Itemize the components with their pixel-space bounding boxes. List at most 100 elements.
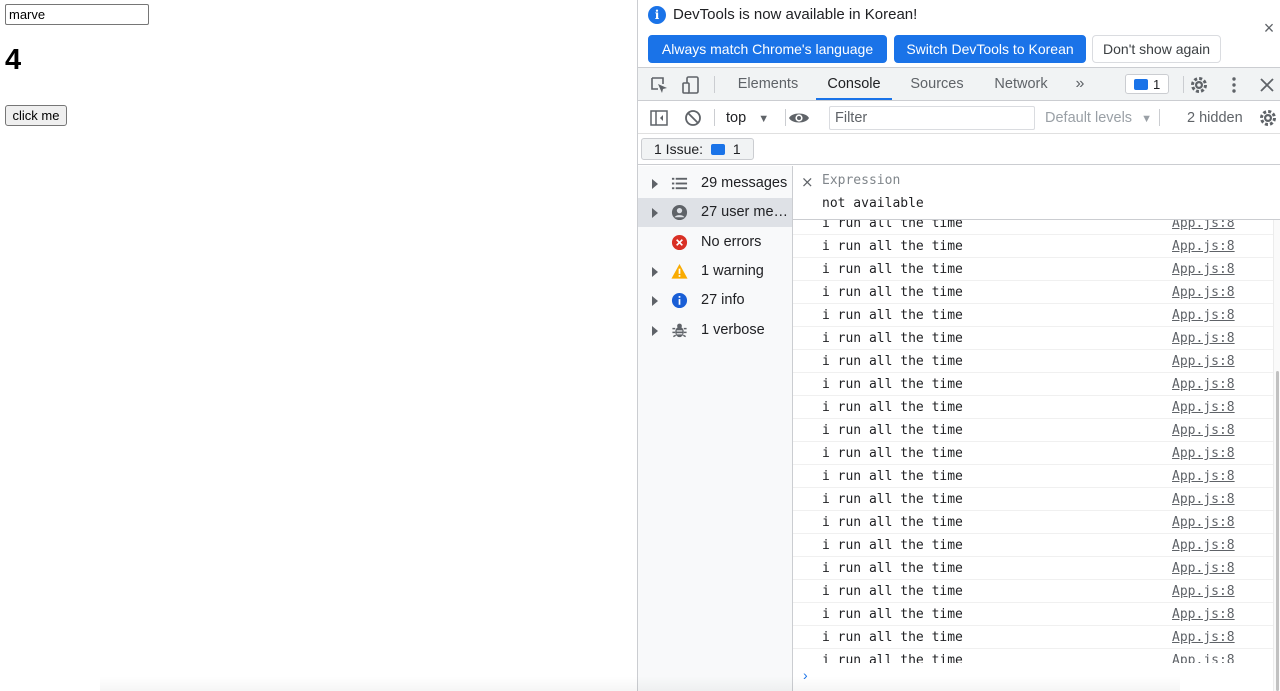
log-message: i run all the time (822, 423, 963, 438)
remove-expression-icon[interactable]: × (801, 173, 814, 191)
warning-icon (671, 263, 688, 279)
log-source-link[interactable]: App.js:8 (1172, 262, 1235, 277)
log-source-link[interactable]: App.js:8 (1172, 630, 1235, 645)
console-log-row: i run all the time App.js:8 (793, 465, 1273, 488)
more-tabs-icon[interactable]: » (1070, 68, 1090, 100)
toolbar-divider (1183, 76, 1184, 93)
log-source-link[interactable]: App.js:8 (1172, 607, 1235, 622)
gear-icon[interactable] (1189, 75, 1209, 95)
toolbar-divider (714, 109, 715, 126)
sidebar-item-verbose[interactable]: 1 verbose (638, 316, 792, 345)
context-label: top (726, 110, 747, 126)
issues-counter-button[interactable]: 1 (1125, 74, 1169, 94)
console-log-row: i run all the time App.js:8 (793, 534, 1273, 557)
log-source-link[interactable]: App.js:8 (1172, 446, 1235, 461)
console-settings-gear-icon[interactable] (1258, 108, 1278, 128)
device-toolbar-icon[interactable] (681, 75, 701, 95)
expand-arrow-icon[interactable] (652, 296, 658, 306)
expand-arrow-icon[interactable] (652, 179, 658, 189)
tab-sources[interactable]: Sources (902, 68, 972, 100)
log-source-link[interactable]: App.js:8 (1172, 469, 1235, 484)
live-expression-input[interactable]: Expression (822, 173, 900, 188)
click-me-button[interactable]: click me (5, 105, 67, 126)
console-log-row: i run all the time App.js:8 (793, 419, 1273, 442)
expand-arrow-icon[interactable] (652, 267, 658, 277)
log-levels-dropdown[interactable]: Default levels ▼ (1045, 107, 1152, 130)
name-input[interactable] (5, 4, 149, 25)
sidebar-toggle-icon[interactable] (649, 108, 669, 128)
log-source-link[interactable]: App.js:8 (1172, 400, 1235, 415)
console-log-row: i run all the time App.js:8 (793, 373, 1273, 396)
expand-arrow-icon[interactable] (652, 208, 658, 218)
log-message: i run all the time (822, 607, 963, 622)
console-scrollbar-thumb[interactable] (1276, 371, 1279, 691)
issues-bar: 1 Issue: 1 (638, 134, 1280, 165)
log-message: i run all the time (822, 308, 963, 323)
log-source-link[interactable]: App.js:8 (1172, 423, 1235, 438)
close-icon[interactable]: × (1261, 19, 1277, 37)
sidebar-item-errors[interactable]: No errors (638, 228, 792, 257)
inspect-element-icon[interactable] (649, 75, 669, 95)
issues-chip-button[interactable]: 1 Issue: 1 (641, 138, 754, 160)
sidebar-item-label: 29 messages (701, 175, 788, 191)
sidebar-item-label: No errors (701, 234, 762, 250)
kebab-menu-icon[interactable] (1224, 75, 1244, 95)
sidebar-item-user-messages[interactable]: 27 user messages (638, 198, 792, 227)
tab-elements[interactable]: Elements (726, 68, 810, 100)
filter-input[interactable] (829, 106, 1035, 130)
console-log-row: i run all the time App.js:8 (793, 327, 1273, 350)
log-source-link[interactable]: App.js:8 (1172, 377, 1235, 392)
devtools-tabbar: Elements Console Sources Network » 1 (638, 68, 1280, 101)
log-source-link[interactable]: App.js:8 (1172, 584, 1235, 599)
console-message-list: i run all the time App.js:8 i run all the … (793, 212, 1273, 672)
sidebar-item-label: 27 info (701, 292, 745, 308)
log-source-link[interactable]: App.js:8 (1172, 285, 1235, 300)
log-source-link[interactable]: App.js:8 (1172, 538, 1235, 553)
hidden-messages-count: 2 hidden (1187, 110, 1243, 126)
console-output: × Expression not available i run all the… (793, 166, 1280, 691)
close-devtools-icon[interactable] (1257, 75, 1277, 95)
console-sidebar: 29 messages 27 user messages No errors (638, 166, 793, 691)
clear-console-icon[interactable] (683, 108, 703, 128)
prompt-chevron-icon: › (803, 667, 808, 683)
info-icon: i (648, 6, 666, 24)
issues-counter-label: 1 (1153, 77, 1161, 92)
log-source-link[interactable]: App.js:8 (1172, 354, 1235, 369)
log-message: i run all the time (822, 377, 963, 392)
console-log-row: i run all the time App.js:8 (793, 304, 1273, 327)
log-source-link[interactable]: App.js:8 (1172, 331, 1235, 346)
devtools-panel: i DevTools is now available in Korean! ×… (637, 0, 1280, 691)
log-message: i run all the time (822, 239, 963, 254)
log-source-link[interactable]: App.js:8 (1172, 308, 1235, 323)
console-log-row: i run all the time App.js:8 (793, 557, 1273, 580)
tab-console[interactable]: Console (816, 68, 892, 100)
dont-show-again-button[interactable]: Don't show again (1092, 35, 1221, 63)
sidebar-item-messages[interactable]: 29 messages (638, 169, 792, 198)
message-bubble-icon (1134, 79, 1148, 90)
console-toolbar: top ▼ Default levels ▼ 2 hidden (638, 101, 1280, 134)
chevron-down-icon: ▼ (1141, 113, 1152, 125)
log-message: i run all the time (822, 446, 963, 461)
issues-chip-count: 1 (732, 141, 741, 157)
console-prompt[interactable]: › (793, 663, 1273, 691)
page-viewport: 4 click me (0, 0, 638, 691)
switch-korean-button[interactable]: Switch DevTools to Korean (894, 35, 1086, 63)
tab-network[interactable]: Network (984, 68, 1058, 100)
sidebar-item-warnings[interactable]: 1 warning (638, 257, 792, 286)
sidebar-item-label: 27 user messages (701, 204, 791, 220)
language-infobar: i DevTools is now available in Korean! ×… (638, 0, 1280, 68)
eye-icon[interactable] (788, 108, 810, 128)
expand-arrow-icon[interactable] (652, 326, 658, 336)
log-source-link[interactable]: App.js:8 (1172, 515, 1235, 530)
console-log-row: i run all the time App.js:8 (793, 442, 1273, 465)
match-language-button[interactable]: Always match Chrome's language (648, 35, 887, 63)
toolbar-divider (785, 109, 786, 126)
log-message: i run all the time (822, 331, 963, 346)
context-selector[interactable]: top ▼ (726, 107, 769, 129)
log-source-link[interactable]: App.js:8 (1172, 492, 1235, 507)
log-source-link[interactable]: App.js:8 (1172, 239, 1235, 254)
console-log-row: i run all the time App.js:8 (793, 626, 1273, 649)
error-icon (671, 234, 688, 251)
sidebar-item-info[interactable]: 27 info (638, 286, 792, 315)
log-source-link[interactable]: App.js:8 (1172, 561, 1235, 576)
